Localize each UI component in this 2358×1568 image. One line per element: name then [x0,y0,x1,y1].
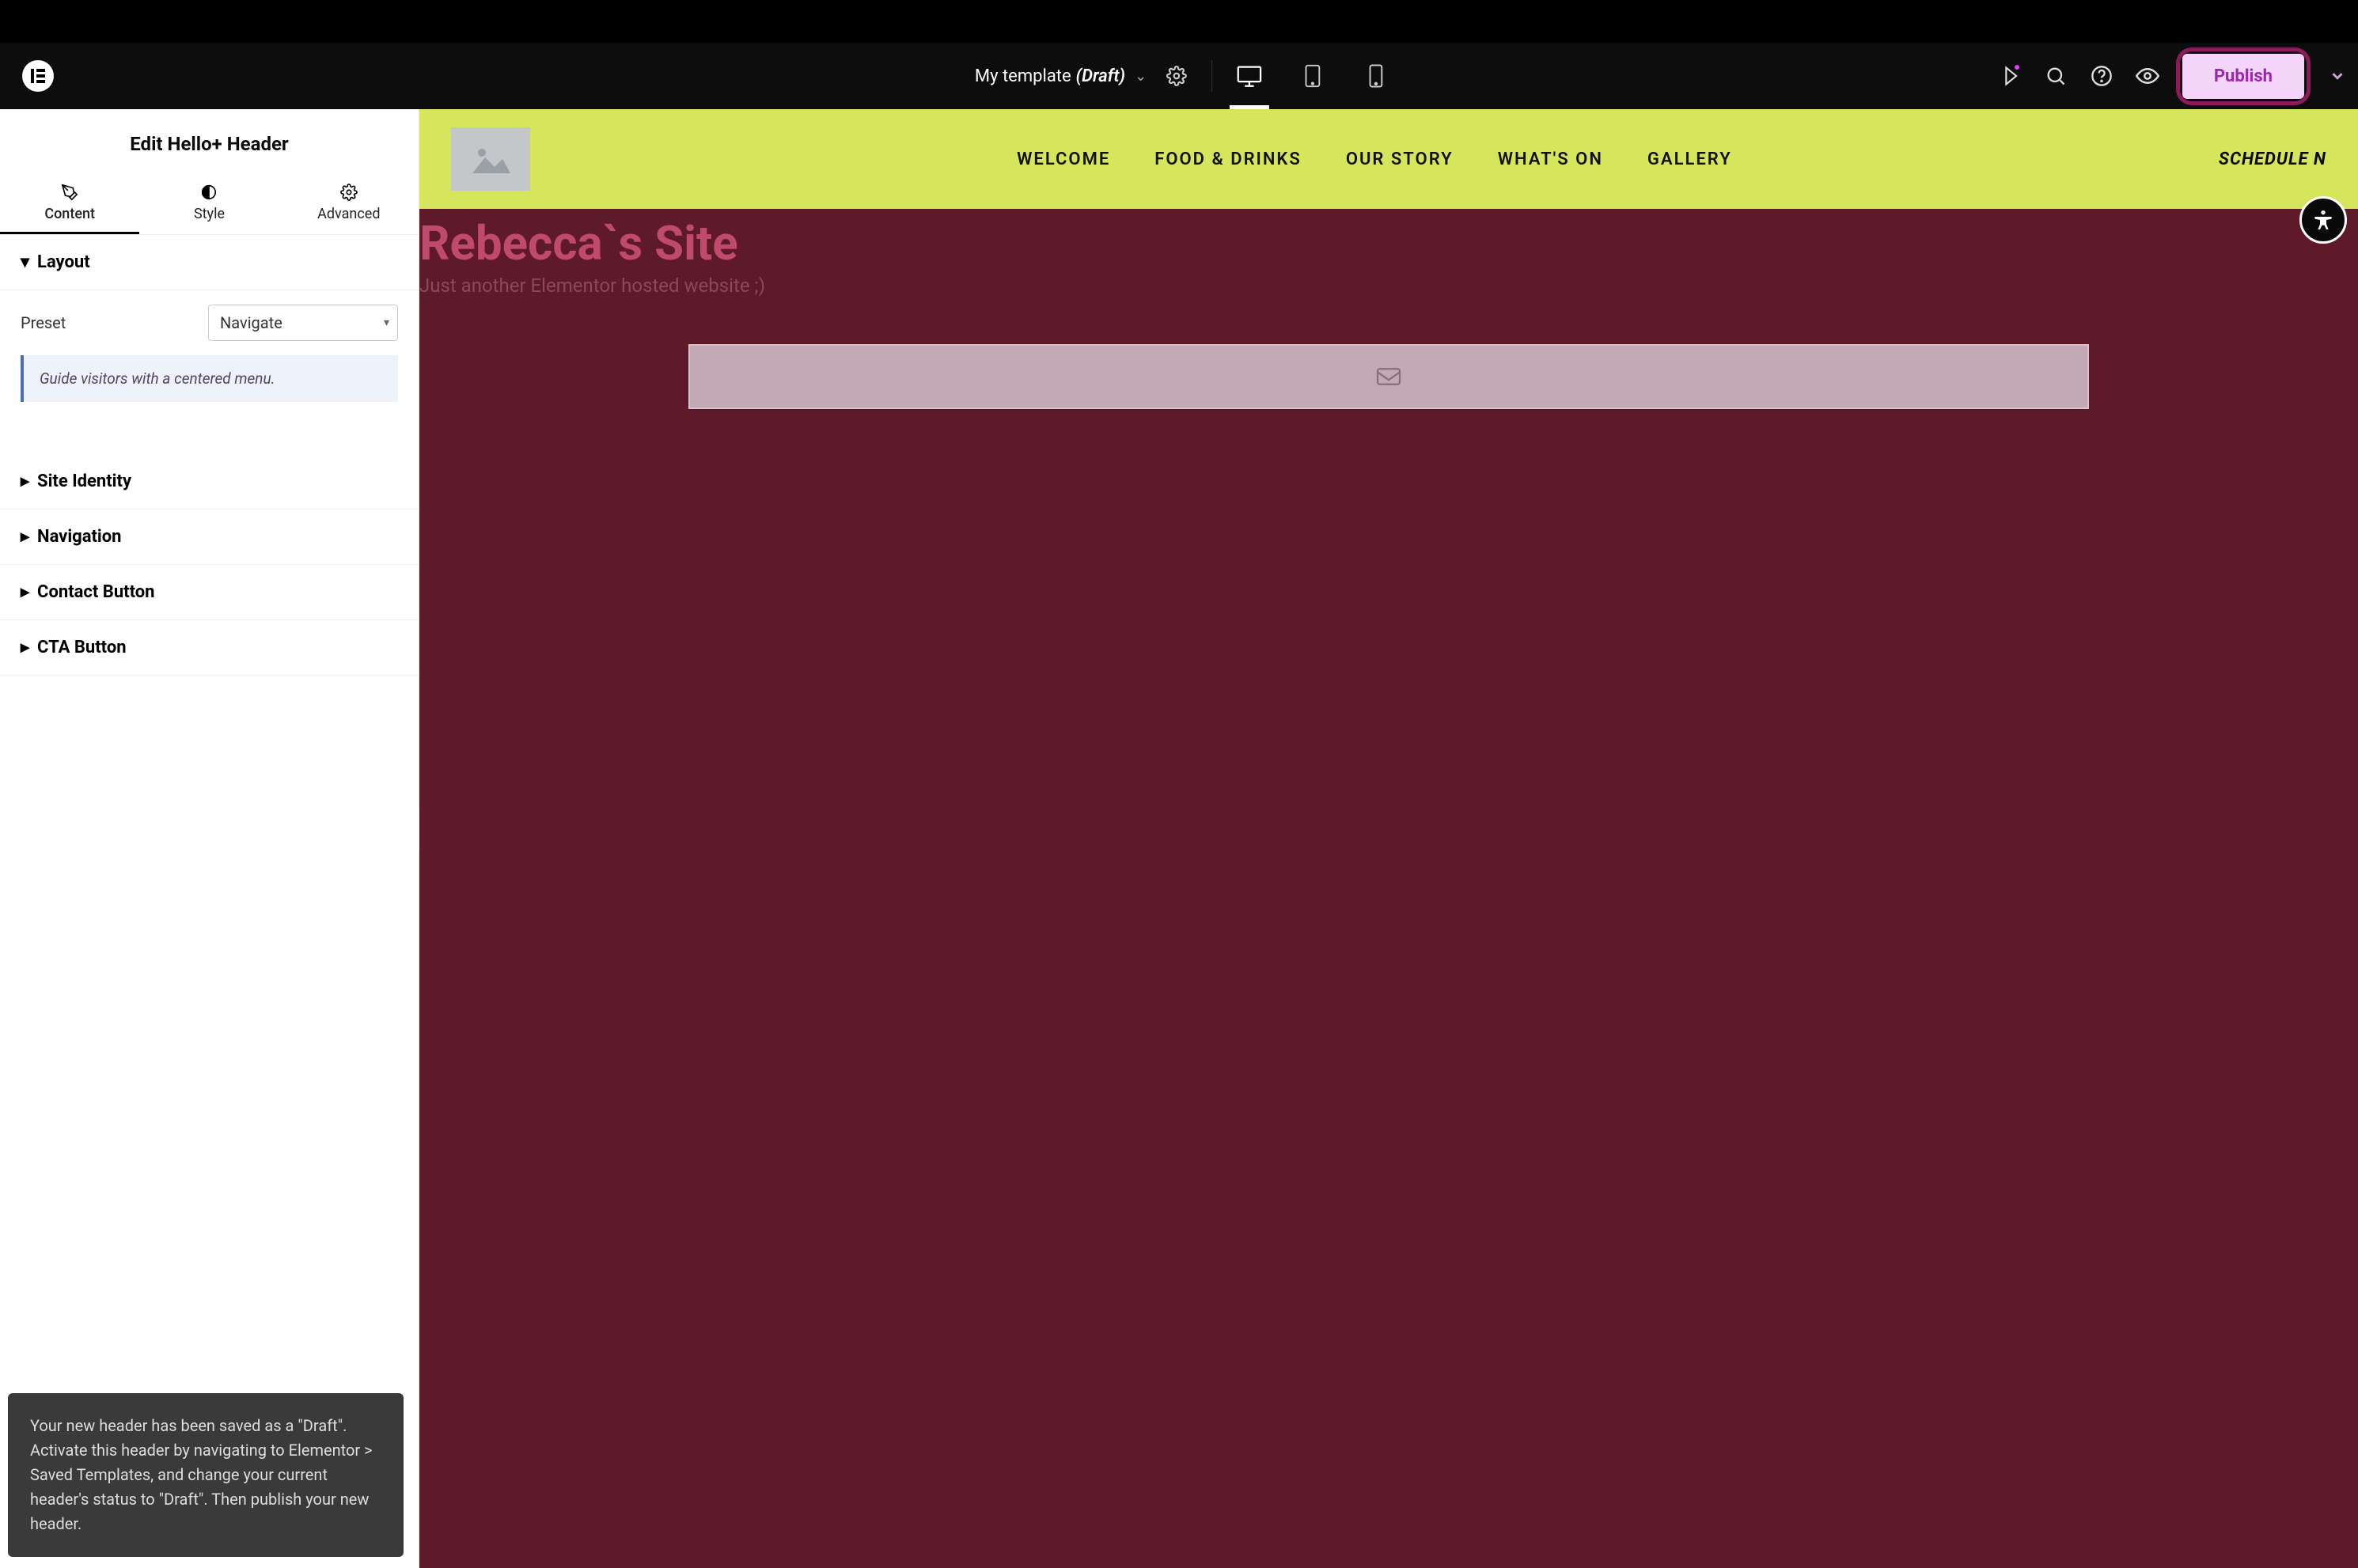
caret-right-icon: ▸ [21,472,29,491]
device-mobile-button[interactable] [1356,48,1396,104]
preview-eye-icon[interactable] [2130,59,2165,93]
template-name-label: My template [975,66,1071,86]
tab-advanced[interactable]: Advanced [279,176,419,234]
logo-placeholder[interactable] [451,127,530,191]
section-layout-header[interactable]: ▾ Layout [0,235,419,290]
draft-status-label: (Draft) [1076,66,1125,86]
settings-gear-icon[interactable] [1159,59,1194,93]
preview-header[interactable]: WELCOME FOOD & DRINKS OUR STORY WHAT'S O… [419,109,2358,209]
nav-link[interactable]: OUR STORY [1346,150,1454,169]
caret-right-icon: ▸ [21,527,29,547]
document-title[interactable]: My template (Draft) ⌄ [962,66,1159,86]
empty-widget-slot[interactable] [688,344,2089,409]
editor-sidebar: Edit Hello+ Header Content Style Advance… [0,109,419,1568]
device-desktop-button[interactable] [1230,48,1269,104]
main-area: Edit Hello+ Header Content Style Advance… [0,109,2358,1568]
section-layout-body: Preset Navigate Guide visitors with a ce… [0,290,419,422]
preset-field: Preset Navigate [21,305,398,341]
responsive-devices [1230,48,1396,104]
accessibility-icon[interactable] [2299,196,2347,244]
browser-blackbar [0,0,2358,43]
section-navigation-header[interactable]: ▸ Navigation [0,509,419,565]
divider [1211,60,1212,92]
section-cta-button-header[interactable]: ▸ CTA Button [0,620,419,676]
topbar-right: Publish [1992,47,2358,105]
device-tablet-button[interactable] [1293,48,1333,104]
tab-advanced-label: Advanced [317,206,380,222]
section-layout-label: Layout [37,252,90,272]
notifications-icon[interactable] [1992,59,2027,93]
preset-select[interactable]: Navigate [208,305,398,341]
layout-info: Guide visitors with a centered menu. [21,355,398,402]
hero-subtitle: Just another Elementor hosted website ;) [419,271,2358,312]
sidebar-title: Edit Hello+ Header [0,109,419,176]
tab-content-label: Content [44,206,95,222]
publish-button[interactable]: Publish [2182,54,2304,99]
tab-content[interactable]: Content [0,176,139,234]
tab-style[interactable]: Style [139,176,279,234]
nav-link[interactable]: GALLERY [1647,150,1732,169]
nav-link[interactable]: WELCOME [1017,150,1110,169]
nav-link[interactable]: FOOD & DRINKS [1154,150,1302,169]
preview-nav: WELCOME FOOD & DRINKS OUR STORY WHAT'S O… [562,150,2187,169]
caret-right-icon: ▸ [21,582,29,602]
caret-right-icon: ▸ [21,638,29,657]
save-toast: Your new header has been saved as a "Dra… [8,1393,404,1557]
nav-link[interactable]: WHAT'S ON [1498,150,1603,169]
section-contact-button-label: Contact Button [37,582,154,602]
preset-value: Navigate [220,313,282,332]
notification-dot [2013,63,2021,71]
publish-options-caret[interactable] [2322,67,2353,85]
tab-style-label: Style [194,206,225,222]
section-contact-button-header[interactable]: ▸ Contact Button [0,565,419,620]
search-icon[interactable] [2038,59,2073,93]
sidebar-tabs: Content Style Advanced [0,176,419,235]
section-site-identity-header[interactable]: ▸ Site Identity [0,454,419,509]
preset-label: Preset [21,313,66,332]
section-site-identity-label: Site Identity [37,472,131,491]
caret-down-icon: ▾ [21,252,29,272]
preview-canvas: WELCOME FOOD & DRINKS OUR STORY WHAT'S O… [419,109,2358,1568]
preview-cta[interactable]: SCHEDULE N [2219,150,2326,169]
publish-highlight: Publish [2176,47,2311,105]
chevron-down-icon: ⌄ [1135,68,1147,85]
hero-title: Rebecca`s Site [419,209,2358,271]
section-cta-button-label: CTA Button [37,638,127,657]
elementor-logo[interactable] [22,60,54,92]
help-icon[interactable] [2084,59,2119,93]
editor-topbar: My template (Draft) ⌄ [0,43,2358,109]
topbar-center: My template (Draft) ⌄ [962,48,1396,104]
section-navigation-label: Navigation [37,527,121,547]
